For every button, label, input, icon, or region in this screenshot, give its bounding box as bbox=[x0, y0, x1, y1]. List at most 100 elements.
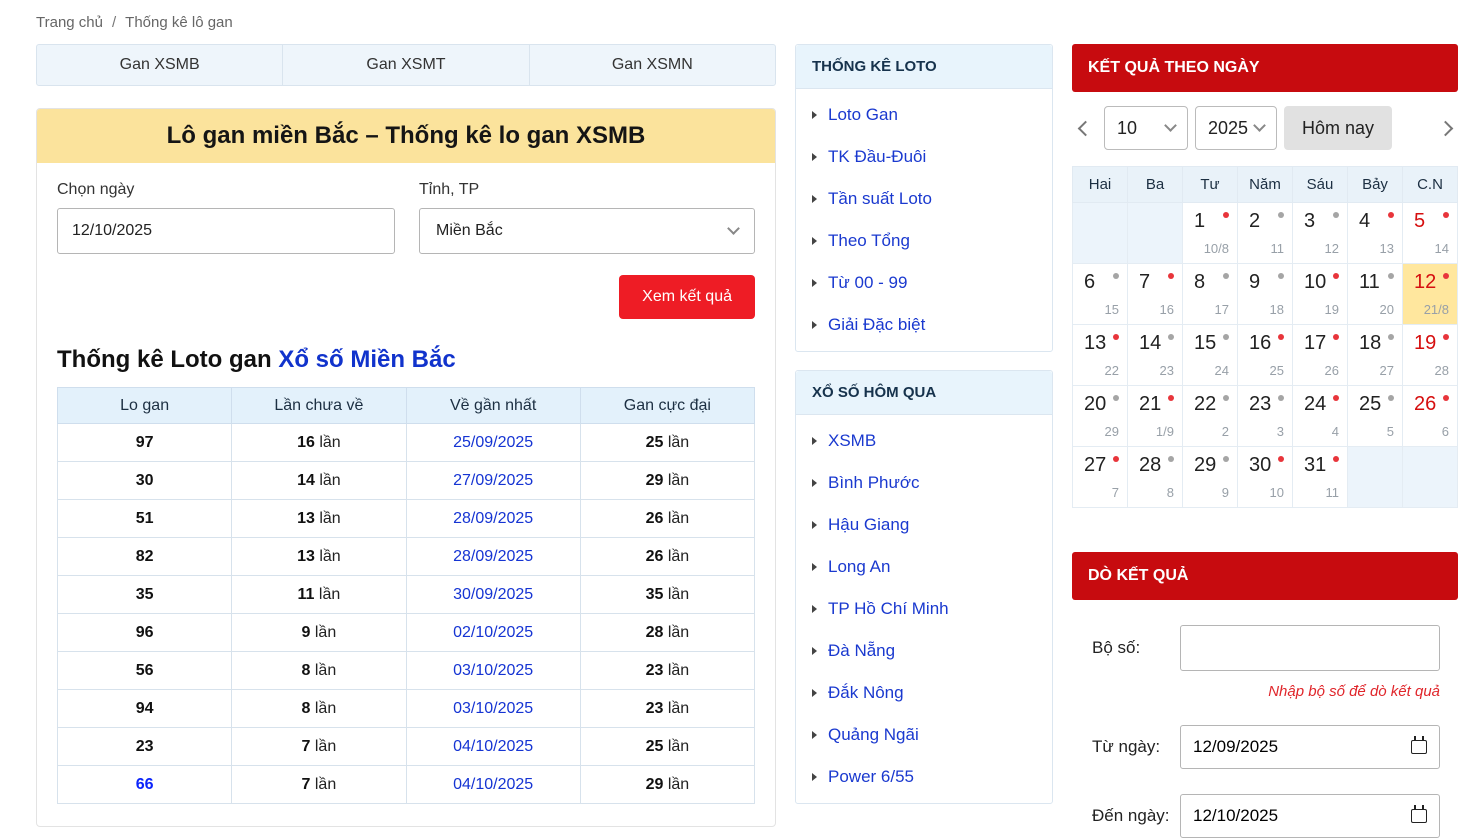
sidebar-loto-link[interactable]: Theo Tổng bbox=[828, 231, 910, 251]
calendar-day-cell[interactable]: 615 bbox=[1073, 264, 1128, 325]
last-date-link[interactable]: 02/10/2025 bbox=[453, 624, 533, 641]
sidebar-yesterday-item[interactable]: Đà Nẵng bbox=[796, 630, 1052, 672]
last-date-link[interactable]: 04/10/2025 bbox=[453, 738, 533, 755]
number-check-label: Bộ số: bbox=[1072, 638, 1180, 658]
calendar-day-cell[interactable]: 3111 bbox=[1293, 447, 1348, 508]
calendar-day-cell[interactable]: 288 bbox=[1128, 447, 1183, 508]
lo-gan-number[interactable]: 66 bbox=[136, 776, 154, 793]
date-input[interactable] bbox=[57, 208, 395, 254]
year-select[interactable]: 2025 bbox=[1195, 106, 1277, 150]
tab-gan-xsmn[interactable]: Gan XSMN bbox=[529, 45, 775, 85]
triangle-bullet-icon bbox=[812, 731, 817, 739]
sidebar-yesterday-item[interactable]: Power 6/55 bbox=[796, 756, 1052, 798]
sidebar-loto-link[interactable]: TK Đầu-Đuôi bbox=[828, 147, 926, 167]
calendar-day-cell[interactable]: 1625 bbox=[1238, 325, 1293, 386]
right-column: KẾT QUẢ THEO NGÀY 10 2025 Hôm nay HaiBaT… bbox=[1072, 44, 1458, 838]
calendar-day-cell[interactable]: 211 bbox=[1238, 203, 1293, 264]
sidebar-loto-link[interactable]: Loto Gan bbox=[828, 105, 898, 125]
sidebar-yesterday-item[interactable]: XSMB bbox=[796, 420, 1052, 462]
calendar-day-cell[interactable]: 1120 bbox=[1348, 264, 1403, 325]
sidebar-yesterday-link[interactable]: TP Hồ Chí Minh bbox=[828, 599, 949, 619]
calendar-day-cell[interactable]: 3010 bbox=[1238, 447, 1293, 508]
sidebar-loto-item[interactable]: Loto Gan bbox=[796, 94, 1052, 136]
sidebar-yesterday-item[interactable]: TP Hồ Chí Minh bbox=[796, 588, 1052, 630]
prev-month-button[interactable] bbox=[1072, 106, 1098, 150]
number-check-input[interactable] bbox=[1180, 625, 1440, 671]
last-date-link[interactable]: 03/10/2025 bbox=[453, 662, 533, 679]
last-date-link[interactable]: 27/09/2025 bbox=[453, 472, 533, 489]
calendar-day-cell[interactable]: 255 bbox=[1348, 386, 1403, 447]
sidebar-yesterday-item[interactable]: Quảng Ngãi bbox=[796, 714, 1052, 756]
calendar-day-cell[interactable]: 1928 bbox=[1403, 325, 1458, 386]
sidebar-loto-item[interactable]: TK Đầu-Đuôi bbox=[796, 136, 1052, 178]
calendar-day-cell[interactable]: 110/8 bbox=[1183, 203, 1238, 264]
calendar-day-cell[interactable]: 1322 bbox=[1073, 325, 1128, 386]
calendar-day-number: 27 bbox=[1084, 454, 1106, 477]
sidebar-loto-item[interactable]: Theo Tổng bbox=[796, 220, 1052, 262]
last-date-link[interactable]: 04/10/2025 bbox=[453, 776, 533, 793]
sidebar-yesterday-item[interactable]: Đắk Nông bbox=[796, 672, 1052, 714]
calendar-day-cell[interactable]: 299 bbox=[1183, 447, 1238, 508]
breadcrumb-home-link[interactable]: Trang chủ bbox=[36, 14, 103, 31]
calendar-day-cell[interactable]: 1726 bbox=[1293, 325, 1348, 386]
calendar-day-cell[interactable]: 277 bbox=[1073, 447, 1128, 508]
to-date-input[interactable] bbox=[1180, 794, 1440, 838]
sidebar-loto-item[interactable]: Tần suất Loto bbox=[796, 178, 1052, 220]
calendar-day-cell[interactable]: 233 bbox=[1238, 386, 1293, 447]
month-select[interactable]: 10 bbox=[1104, 106, 1188, 150]
sidebar-yesterday-item[interactable]: Bình Phước bbox=[796, 462, 1052, 504]
last-date-link[interactable]: 30/09/2025 bbox=[453, 586, 533, 603]
sidebar-yesterday-link[interactable]: Quảng Ngãi bbox=[828, 725, 919, 745]
view-results-button[interactable]: Xem kết quả bbox=[619, 275, 755, 319]
sidebar-loto-link[interactable]: Tần suất Loto bbox=[828, 189, 932, 209]
times-value: 14 bbox=[297, 472, 315, 489]
calendar-icon[interactable] bbox=[1411, 809, 1427, 823]
last-date-link[interactable]: 28/09/2025 bbox=[453, 510, 533, 527]
sidebar-yesterday-link[interactable]: XSMB bbox=[828, 431, 876, 451]
lo-gan-panel: Lô gan miền Bắc – Thống kê lo gan XSMB C… bbox=[36, 108, 776, 827]
calendar-day-cell[interactable]: 1524 bbox=[1183, 325, 1238, 386]
sidebar-yesterday-link[interactable]: Long An bbox=[828, 557, 890, 577]
calendar-day-cell[interactable]: 1827 bbox=[1348, 325, 1403, 386]
calendar-lunar-date: 19 bbox=[1325, 302, 1339, 317]
province-select[interactable]: Miền Bắc bbox=[419, 208, 755, 254]
calendar-day-cell[interactable]: 1221/8 bbox=[1403, 264, 1458, 325]
sidebar-loto-link[interactable]: Từ 00 - 99 bbox=[828, 273, 907, 293]
sidebar-yesterday-link[interactable]: Hậu Giang bbox=[828, 515, 909, 535]
calendar-day-cell[interactable]: 716 bbox=[1128, 264, 1183, 325]
last-date-link[interactable]: 28/09/2025 bbox=[453, 548, 533, 565]
calendar-day-cell[interactable]: 266 bbox=[1403, 386, 1458, 447]
ve-gan-nhat-cell: 04/10/2025 bbox=[406, 766, 580, 804]
calendar-day-cell[interactable]: 1019 bbox=[1293, 264, 1348, 325]
calendar-day-cell[interactable]: 817 bbox=[1183, 264, 1238, 325]
tab-gan-xsmt[interactable]: Gan XSMT bbox=[282, 45, 528, 85]
sidebar-yesterday-item[interactable]: Hậu Giang bbox=[796, 504, 1052, 546]
calendar-day-cell[interactable]: 413 bbox=[1348, 203, 1403, 264]
sidebar-yesterday-link[interactable]: Đắk Nông bbox=[828, 683, 904, 703]
sidebar-yesterday-link[interactable]: Đà Nẵng bbox=[828, 641, 895, 661]
last-date-link[interactable]: 25/09/2025 bbox=[453, 434, 533, 451]
lo-gan-number: 96 bbox=[136, 624, 154, 641]
calendar-day-cell[interactable]: 222 bbox=[1183, 386, 1238, 447]
sidebar-yesterday-link[interactable]: Bình Phước bbox=[828, 473, 920, 493]
calendar-day-cell[interactable]: 918 bbox=[1238, 264, 1293, 325]
sidebar-loto-item[interactable]: Giải Đặc biệt bbox=[796, 304, 1052, 346]
last-date-link[interactable]: 03/10/2025 bbox=[453, 700, 533, 717]
calendar-icon[interactable] bbox=[1411, 740, 1427, 754]
tab-gan-xsmb[interactable]: Gan XSMB bbox=[37, 45, 282, 85]
calendar-day-cell[interactable]: 244 bbox=[1293, 386, 1348, 447]
stats-heading: Thống kê Loto gan Xổ số Miền Bắc bbox=[57, 346, 755, 374]
sidebar-loto-item[interactable]: Từ 00 - 99 bbox=[796, 262, 1052, 304]
calendar-day-cell[interactable]: 1423 bbox=[1128, 325, 1183, 386]
next-month-button[interactable] bbox=[1432, 106, 1458, 150]
sidebar-yesterday-item[interactable]: Long An bbox=[796, 546, 1052, 588]
breadcrumb-current: Thống kê lô gan bbox=[125, 14, 233, 31]
calendar-day-cell[interactable]: 211/9 bbox=[1128, 386, 1183, 447]
calendar-day-cell[interactable]: 312 bbox=[1293, 203, 1348, 264]
calendar-day-cell[interactable]: 514 bbox=[1403, 203, 1458, 264]
sidebar-yesterday-link[interactable]: Power 6/55 bbox=[828, 767, 914, 787]
from-date-input[interactable] bbox=[1180, 725, 1440, 769]
sidebar-loto-link[interactable]: Giải Đặc biệt bbox=[828, 315, 925, 335]
today-button[interactable]: Hôm nay bbox=[1284, 106, 1392, 150]
calendar-day-cell[interactable]: 2029 bbox=[1073, 386, 1128, 447]
